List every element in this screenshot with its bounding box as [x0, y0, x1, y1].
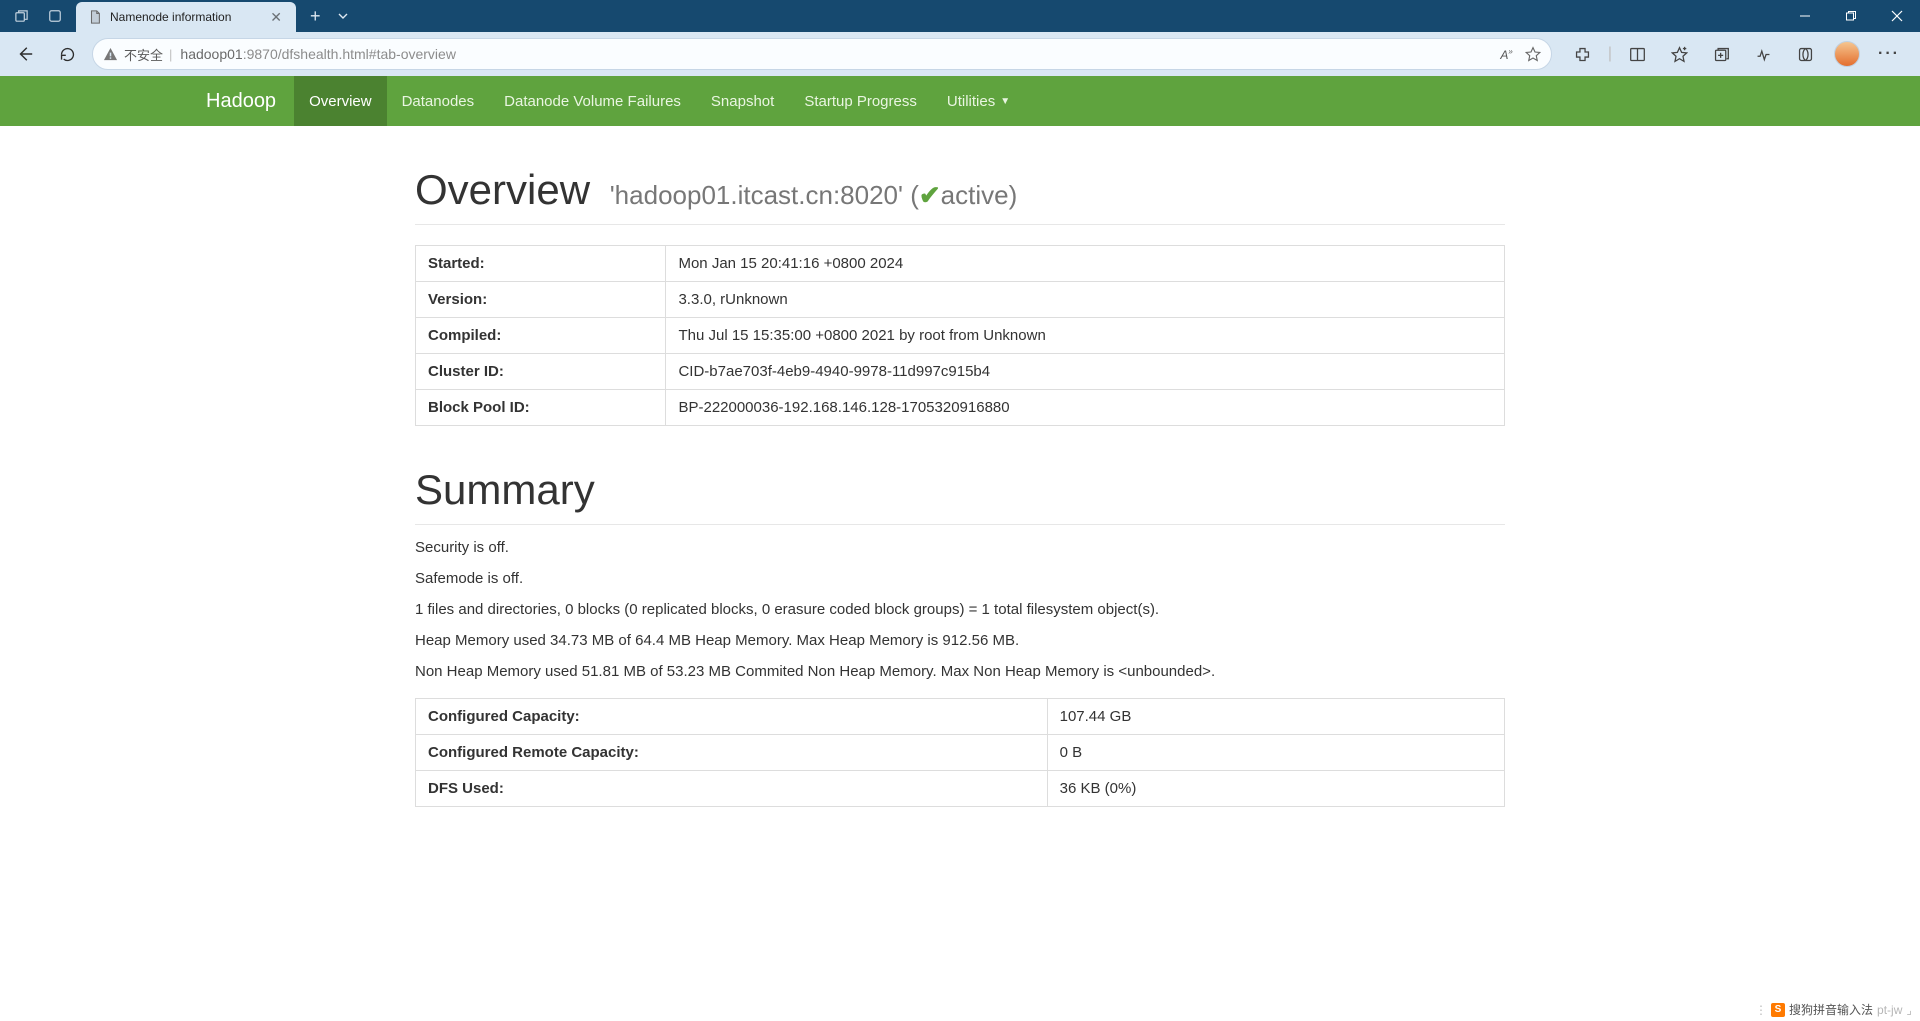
window-minimize[interactable]: [1782, 0, 1828, 32]
table-row: Block Pool ID:BP-222000036-192.168.146.1…: [416, 390, 1505, 426]
nav-overview[interactable]: Overview: [294, 76, 387, 126]
overview-heading: Overview 'hadoop01.itcast.cn:8020' (✔act…: [415, 166, 1505, 225]
extensions-icon[interactable]: [1566, 37, 1600, 71]
close-tab-icon[interactable]: ✕: [266, 7, 286, 28]
summary-line: 1 files and directories, 0 blocks (0 rep…: [415, 601, 1505, 618]
caret-down-icon: ▼: [1000, 96, 1010, 107]
overview-host: 'hadoop01.itcast.cn:8020': [610, 180, 903, 210]
performance-icon[interactable]: [1746, 37, 1780, 71]
table-row: Configured Capacity:107.44 GB: [416, 699, 1505, 735]
sogou-icon: S: [1771, 1003, 1785, 1017]
browser-essentials-icon[interactable]: [1788, 37, 1822, 71]
read-aloud-icon[interactable]: A»: [1500, 47, 1512, 62]
back-button[interactable]: [8, 37, 42, 71]
summary-table: Configured Capacity:107.44 GB Configured…: [415, 698, 1505, 807]
tab-title: Namenode information: [110, 10, 258, 24]
browser-tab[interactable]: Namenode information ✕: [76, 2, 296, 32]
summary-heading: Summary: [415, 466, 1505, 525]
brand-logo[interactable]: Hadoop: [188, 76, 294, 126]
workspace-icon[interactable]: [40, 0, 70, 32]
profile-avatar[interactable]: [1830, 37, 1864, 71]
nav-datanodes[interactable]: Datanodes: [387, 76, 490, 126]
security-label: 不安全: [124, 45, 163, 64]
summary-line: Safemode is off.: [415, 570, 1505, 587]
new-tab-button[interactable]: +: [304, 6, 327, 27]
summary-line: Security is off.: [415, 539, 1505, 556]
ime-label: 搜狗拼音输入法: [1789, 1001, 1873, 1018]
window-close[interactable]: [1874, 0, 1920, 32]
site-security[interactable]: 不安全 |: [103, 45, 172, 64]
table-row: Compiled:Thu Jul 15 15:35:00 +0800 2021 …: [416, 318, 1505, 354]
page-icon: [88, 10, 102, 24]
nav-volume-failures[interactable]: Datanode Volume Failures: [489, 76, 696, 126]
window-maximize[interactable]: [1828, 0, 1874, 32]
hadoop-navbar: Hadoop Overview Datanodes Datanode Volum…: [0, 76, 1920, 126]
table-row: Cluster ID:CID-b7ae703f-4eb9-4940-9978-1…: [416, 354, 1505, 390]
warning-icon: [103, 47, 118, 62]
overview-table: Started:Mon Jan 15 20:41:16 +0800 2024 V…: [415, 245, 1505, 426]
favorites-icon[interactable]: [1662, 37, 1696, 71]
page-viewport[interactable]: Hadoop Overview Datanodes Datanode Volum…: [0, 76, 1920, 1021]
refresh-button[interactable]: [50, 37, 84, 71]
summary-line: Non Heap Memory used 51.81 MB of 53.23 M…: [415, 663, 1505, 680]
summary-line: Heap Memory used 34.73 MB of 64.4 MB Hea…: [415, 632, 1505, 649]
check-icon: ✔: [919, 180, 941, 210]
browser-toolbar: 不安全 | hadoop01:9870/dfshealth.html#tab-o…: [0, 32, 1920, 76]
chevron-down-icon[interactable]: [337, 10, 349, 22]
browser-titlebar: Namenode information ✕ +: [0, 0, 1920, 32]
ime-indicator: ⋮ S 搜狗拼音输入法pt-jw ⌟: [1751, 1000, 1916, 1019]
address-bar[interactable]: 不安全 | hadoop01:9870/dfshealth.html#tab-o…: [92, 38, 1552, 70]
favorite-icon[interactable]: [1525, 46, 1541, 62]
nav-snapshot[interactable]: Snapshot: [696, 76, 789, 126]
table-row: DFS Used:36 KB (0%): [416, 771, 1505, 807]
nav-startup-progress[interactable]: Startup Progress: [789, 76, 932, 126]
collections-icon[interactable]: [1704, 37, 1738, 71]
overview-status: active: [941, 180, 1009, 210]
nav-utilities[interactable]: Utilities ▼: [932, 76, 1025, 126]
tab-actions-icon[interactable]: [6, 0, 36, 32]
more-menu-icon[interactable]: ···: [1872, 37, 1906, 71]
table-row: Configured Remote Capacity:0 B: [416, 735, 1505, 771]
split-screen-icon[interactable]: [1620, 37, 1654, 71]
url-text: hadoop01:9870/dfshealth.html#tab-overvie…: [180, 46, 1492, 62]
nav-utilities-label: Utilities: [947, 93, 995, 110]
table-row: Version:3.3.0, rUnknown: [416, 282, 1505, 318]
summary-text: Security is off. Safemode is off. 1 file…: [415, 539, 1505, 680]
table-row: Started:Mon Jan 15 20:41:16 +0800 2024: [416, 246, 1505, 282]
